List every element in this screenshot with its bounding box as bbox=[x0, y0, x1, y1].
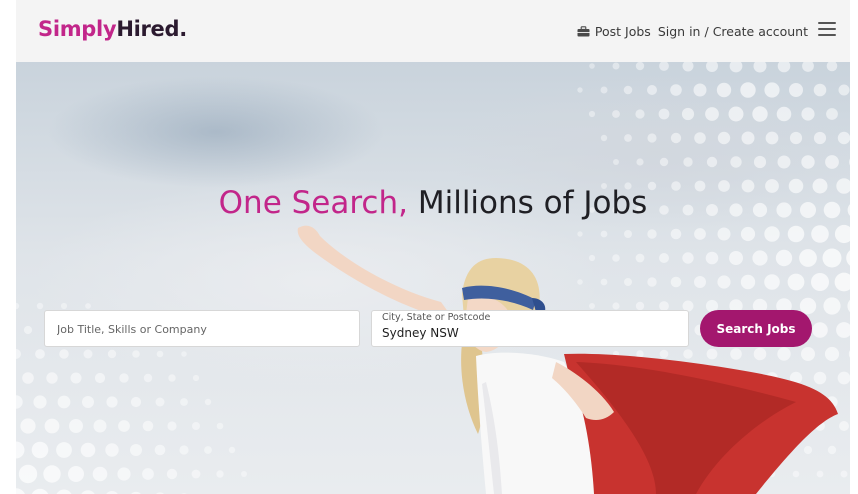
job-title-input[interactable] bbox=[55, 311, 353, 348]
post-jobs-label: Post Jobs bbox=[594, 23, 651, 39]
logo-hired: Hired. bbox=[116, 17, 187, 41]
post-jobs-link[interactable]: Post Jobs bbox=[577, 24, 651, 39]
simplyhired-logo[interactable]: SimplyHired. bbox=[38, 15, 187, 43]
hero-headline: One Search, Millions of Jobs bbox=[16, 182, 850, 224]
page-margin-left bbox=[0, 0, 16, 494]
nav-separator: / bbox=[704, 23, 709, 39]
location-field[interactable]: City, State or Postcode Sydney NSW bbox=[371, 310, 689, 347]
logo-simply: Simply bbox=[38, 17, 117, 41]
menu-icon-bar bbox=[818, 22, 836, 24]
search-jobs-button[interactable]: Search Jobs bbox=[700, 310, 812, 347]
create-account-link[interactable]: Create account bbox=[713, 24, 808, 39]
menu-icon[interactable] bbox=[818, 22, 836, 36]
location-input-value[interactable]: Sydney NSW bbox=[382, 325, 459, 341]
job-search-field[interactable] bbox=[44, 310, 360, 348]
site-header: SimplyHired. Post Jobs Sign in / Create … bbox=[16, 0, 850, 62]
briefcase-icon bbox=[577, 25, 590, 37]
hero-superhero-image bbox=[297, 225, 838, 494]
header-nav: Post Jobs Sign in / Create account bbox=[577, 21, 808, 41]
location-field-label: City, State or Postcode bbox=[382, 312, 491, 323]
headline-rest: Millions of Jobs bbox=[417, 185, 648, 221]
menu-icon-bar bbox=[818, 34, 836, 36]
hero-banner: One Search, Millions of Jobs City, State… bbox=[16, 62, 850, 494]
page-margin-right bbox=[850, 0, 858, 494]
menu-icon-bar bbox=[818, 28, 836, 30]
headline-accent: One Search, bbox=[218, 185, 408, 221]
sign-in-link[interactable]: Sign in bbox=[658, 24, 701, 39]
